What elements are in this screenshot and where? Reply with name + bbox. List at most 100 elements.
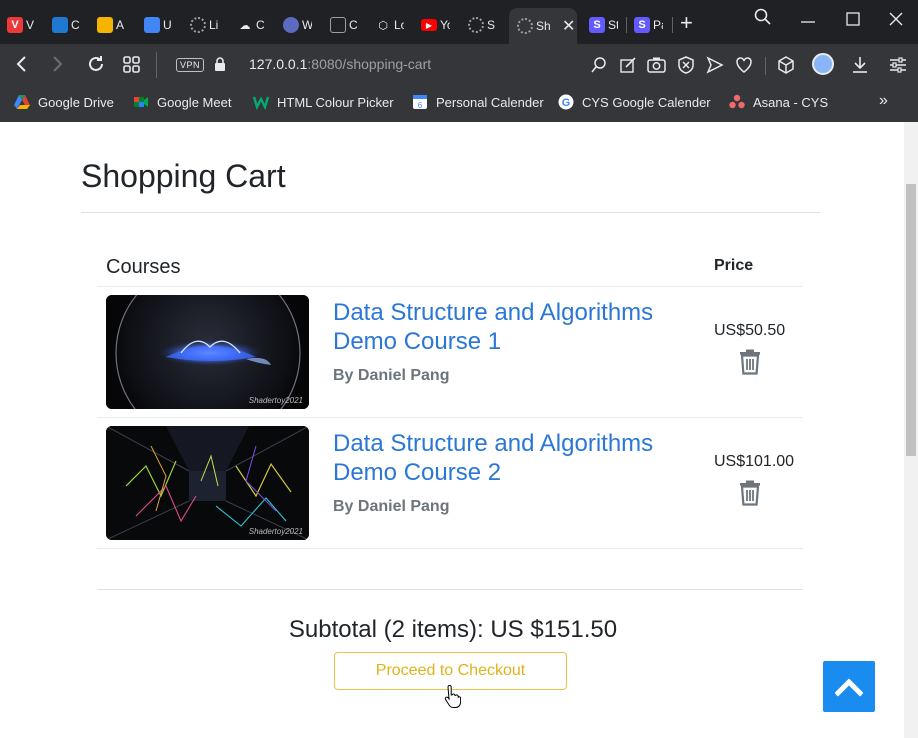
loading-icon — [190, 17, 206, 33]
bookmark-label: Personal Calender — [436, 94, 544, 110]
youtube-icon: ▶ — [421, 19, 437, 31]
tab-13[interactable]: S St — [589, 9, 618, 41]
w-icon — [253, 96, 269, 110]
profile-avatar[interactable] — [812, 53, 834, 75]
url-field[interactable]: 127.0.0.1:8080/shopping-cart — [249, 56, 431, 72]
page-content: Shopping Cart Courses Price Shadertoy202… — [0, 122, 904, 738]
web-icon — [283, 17, 299, 33]
loading-icon — [517, 18, 533, 34]
bookmark-html-colour-picker[interactable]: HTML Colour Picker — [253, 94, 394, 110]
bookmark-google-meet[interactable]: Google Meet — [133, 94, 231, 110]
vivaldi-icon: V — [7, 17, 23, 33]
course-title-line: Data Structure and Algorithms — [333, 430, 654, 457]
lock-icon[interactable] — [214, 56, 226, 77]
bookmark-google-drive[interactable]: Google Drive — [14, 94, 114, 110]
tab-9[interactable]: ⬡ Lo — [375, 9, 404, 41]
maximize-button[interactable] — [846, 12, 860, 31]
row-divider — [97, 417, 803, 418]
thumbnail-watermark: Shadertoy2021 — [248, 527, 303, 536]
heart-icon[interactable] — [735, 56, 753, 79]
course-thumbnail[interactable]: Shadertoy2021 — [106, 426, 309, 540]
asana-icon — [729, 94, 745, 109]
separator — [156, 52, 157, 78]
bookmarks-bar: Google Drive Google Meet HTML Colour Pic… — [0, 86, 918, 122]
delete-trash-icon[interactable] — [739, 349, 761, 375]
tab-2[interactable]: C — [52, 9, 81, 41]
course-thumbnail-art — [106, 295, 309, 409]
stripe-icon: S — [589, 17, 605, 33]
slides-icon — [97, 17, 113, 33]
tab-active-shopping-cart[interactable]: Sh ✕ — [509, 8, 577, 44]
svg-text:G: G — [562, 97, 571, 109]
course-author: By Daniel Pang — [333, 367, 450, 384]
hand-pointer-cursor-icon — [444, 685, 461, 708]
bookmark-asana-cys[interactable]: Asana - CYS — [729, 94, 828, 110]
summary-divider — [97, 589, 803, 590]
forward-button[interactable] — [50, 54, 66, 78]
course-price: US$101.00 — [714, 453, 795, 470]
hex-icon: ⬡ — [378, 19, 388, 32]
calendar-icon: 6 — [413, 95, 427, 110]
tab-separator — [672, 17, 673, 33]
tab-1[interactable]: V V — [7, 9, 36, 41]
reload-button[interactable] — [86, 54, 106, 78]
close-tab-icon[interactable]: ✕ — [562, 16, 575, 36]
page-title: Shopping Cart — [81, 158, 286, 194]
tab-7[interactable]: W — [283, 9, 312, 41]
tab-14[interactable]: S Pa — [634, 9, 663, 41]
download-icon[interactable] — [851, 56, 869, 79]
shield-icon[interactable] — [677, 56, 695, 79]
course-title-link[interactable]: Data Structure and Algorithms Demo Cours… — [333, 298, 693, 356]
back-to-top-button[interactable] — [823, 661, 875, 712]
tab-3[interactable]: A — [97, 9, 126, 41]
tab-8[interactable]: C — [330, 9, 359, 41]
course-title-line: Demo Course 2 — [333, 459, 502, 486]
bookmark-label: HTML Colour Picker — [277, 94, 394, 110]
page-scrollbar[interactable] — [904, 122, 918, 738]
scrollbar-thumb[interactable] — [906, 184, 916, 456]
vpn-badge[interactable]: VPN — [176, 58, 205, 72]
search-tabs-icon[interactable] — [754, 8, 772, 31]
settings-sliders-icon[interactable] — [889, 56, 907, 79]
extensions-icon[interactable] — [777, 56, 795, 79]
new-tab-button[interactable]: + — [680, 11, 693, 35]
minimize-button[interactable] — [801, 8, 815, 33]
course-title-line: Demo Course 1 — [333, 328, 502, 355]
subtotal-text: Subtotal (2 items): US $151.50 — [288, 616, 618, 643]
chevron-up-icon — [835, 677, 863, 697]
course-thumbnail[interactable]: Shadertoy2021 — [106, 295, 309, 409]
course-thumbnail-art — [106, 426, 309, 540]
tab-5[interactable]: Li — [190, 9, 219, 41]
course-price: US$50.50 — [714, 322, 786, 339]
price-column-header: Price — [714, 257, 754, 274]
bookmark-cys-google-calender[interactable]: G CYS Google Calender — [558, 94, 711, 110]
google-icon: G — [558, 94, 574, 110]
bookmark-personal-calender[interactable]: 6 Personal Calender — [412, 94, 544, 110]
bookmark-label: Google Meet — [157, 94, 232, 110]
svg-text:6: 6 — [418, 101, 423, 110]
address-bar-row: VPN 127.0.0.1:8080/shopping-cart — [0, 44, 918, 86]
tab-4[interactable]: U — [144, 9, 173, 41]
bookmark-label: CYS Google Calender — [582, 94, 711, 110]
back-button[interactable] — [13, 54, 29, 78]
camera-icon[interactable] — [647, 56, 666, 79]
title-divider — [81, 212, 820, 213]
tab-separator — [626, 17, 627, 33]
close-window-button[interactable] — [889, 12, 903, 31]
tab-6[interactable]: ☁ C — [237, 9, 266, 41]
cloud-icon: ☁ — [239, 19, 251, 32]
zoom-icon[interactable] — [590, 56, 608, 79]
courses-column-header: Courses — [106, 256, 181, 278]
tab-11[interactable]: S — [468, 9, 497, 41]
bookmark-label: Asana - CYS — [753, 94, 829, 110]
bookmarks-overflow-icon[interactable]: » — [879, 92, 888, 110]
edit-icon[interactable] — [619, 56, 637, 79]
tab-10[interactable]: ▶ Yo — [421, 9, 450, 41]
tiles-icon[interactable] — [122, 54, 142, 78]
network-icon — [330, 17, 346, 33]
send-icon[interactable] — [706, 56, 724, 79]
meet-icon — [134, 97, 148, 107]
delete-trash-icon[interactable] — [739, 480, 761, 506]
course-title-link[interactable]: Data Structure and Algorithms Demo Cours… — [333, 429, 693, 487]
bookmark-label: Google Drive — [38, 94, 114, 110]
